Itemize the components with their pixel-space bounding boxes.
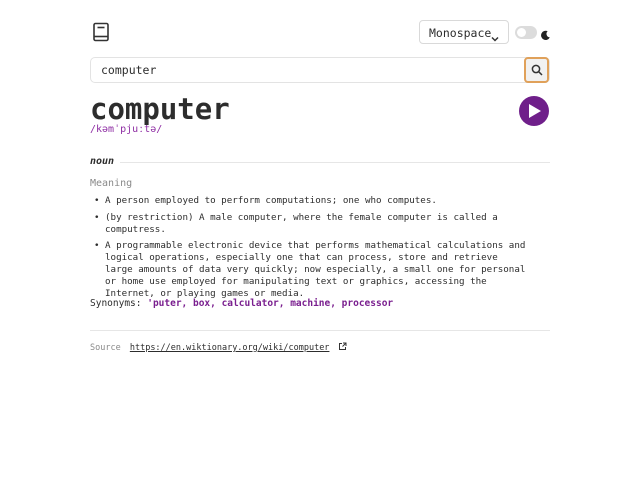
part-of-speech: noun — [90, 156, 115, 167]
source-label: Source — [90, 343, 121, 353]
search-button[interactable] — [524, 57, 549, 83]
book-icon[interactable] — [92, 22, 110, 42]
headword: computer — [90, 92, 230, 126]
source-link[interactable]: https://en.wiktionary.org/wiki/computer — [130, 343, 330, 353]
definition-item: A programmable electronic device that pe… — [90, 240, 530, 300]
moon-icon — [540, 26, 551, 40]
synonyms-label: Synonyms: — [90, 298, 142, 309]
external-link-icon[interactable] — [338, 342, 347, 354]
definition-item: (by restriction) A male computer, where … — [90, 212, 530, 236]
search-input[interactable] — [91, 58, 521, 82]
source-row: Source https://en.wiktionary.org/wiki/co… — [90, 342, 347, 354]
part-of-speech-row: noun — [90, 156, 550, 168]
play-audio-button[interactable] — [519, 96, 549, 126]
synonyms-list[interactable]: 'puter, box, calculator, machine, proces… — [147, 298, 393, 309]
toggle-knob — [517, 28, 526, 37]
synonyms-row: Synonyms: 'puter, box, calculator, machi… — [90, 298, 393, 309]
phonetic: /kəmˈpjuːtə/ — [90, 124, 163, 135]
meaning-label: Meaning — [90, 178, 133, 189]
top-bar: Monospace — [90, 20, 550, 46]
divider-line — [120, 162, 550, 163]
definition-item: A person employed to perform computation… — [90, 195, 530, 207]
theme-toggle[interactable] — [515, 26, 537, 39]
search-bar — [90, 57, 550, 83]
chevron-down-icon — [490, 28, 500, 42]
font-selector[interactable]: Monospace — [419, 20, 509, 44]
font-selector-value: Monospace — [429, 26, 492, 40]
footer-divider — [90, 330, 550, 331]
definitions-list: A person employed to perform computation… — [90, 195, 530, 305]
